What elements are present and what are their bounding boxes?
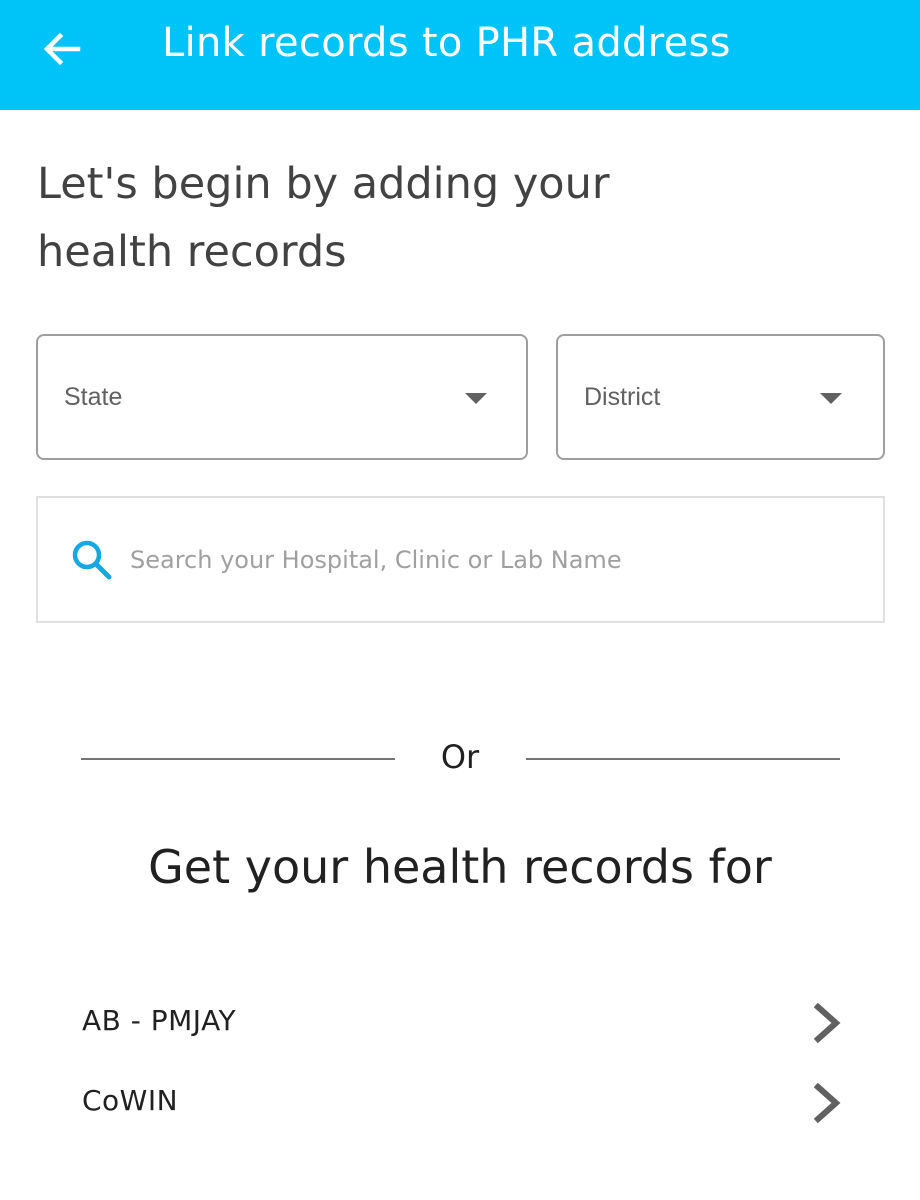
chevron-right-icon bbox=[813, 1002, 841, 1044]
page-title: Link records to PHR address bbox=[162, 20, 731, 66]
district-select-label: District bbox=[584, 383, 661, 411]
search-box bbox=[36, 496, 885, 623]
search-input[interactable] bbox=[130, 536, 850, 584]
state-select-label: State bbox=[64, 383, 123, 411]
record-item-ab-pmjay[interactable]: AB - PMJAY bbox=[60, 987, 860, 1057]
dropdown-arrow-icon bbox=[465, 393, 487, 404]
record-item-label: AB - PMJAY bbox=[82, 1004, 237, 1037]
chevron-right-icon bbox=[813, 1082, 841, 1124]
state-select[interactable]: State bbox=[36, 334, 528, 460]
dropdown-arrow-icon bbox=[820, 393, 842, 404]
intro-heading-line1: Let's begin by adding your bbox=[37, 159, 610, 209]
or-divider-text: Or bbox=[440, 738, 480, 776]
search-icon bbox=[72, 540, 112, 580]
district-select[interactable]: District bbox=[556, 334, 885, 460]
back-button[interactable] bbox=[40, 27, 84, 71]
arrow-left-icon bbox=[43, 32, 81, 66]
records-heading: Get your health records for bbox=[148, 840, 772, 894]
record-item-cowin[interactable]: CoWIN bbox=[60, 1067, 860, 1137]
app-bar: Link records to PHR address bbox=[0, 0, 920, 110]
record-item-label: CoWIN bbox=[82, 1084, 179, 1117]
intro-heading: Let's begin by adding your health record… bbox=[37, 150, 837, 286]
divider-line-right bbox=[526, 758, 840, 760]
intro-heading-line2: health records bbox=[37, 227, 347, 277]
